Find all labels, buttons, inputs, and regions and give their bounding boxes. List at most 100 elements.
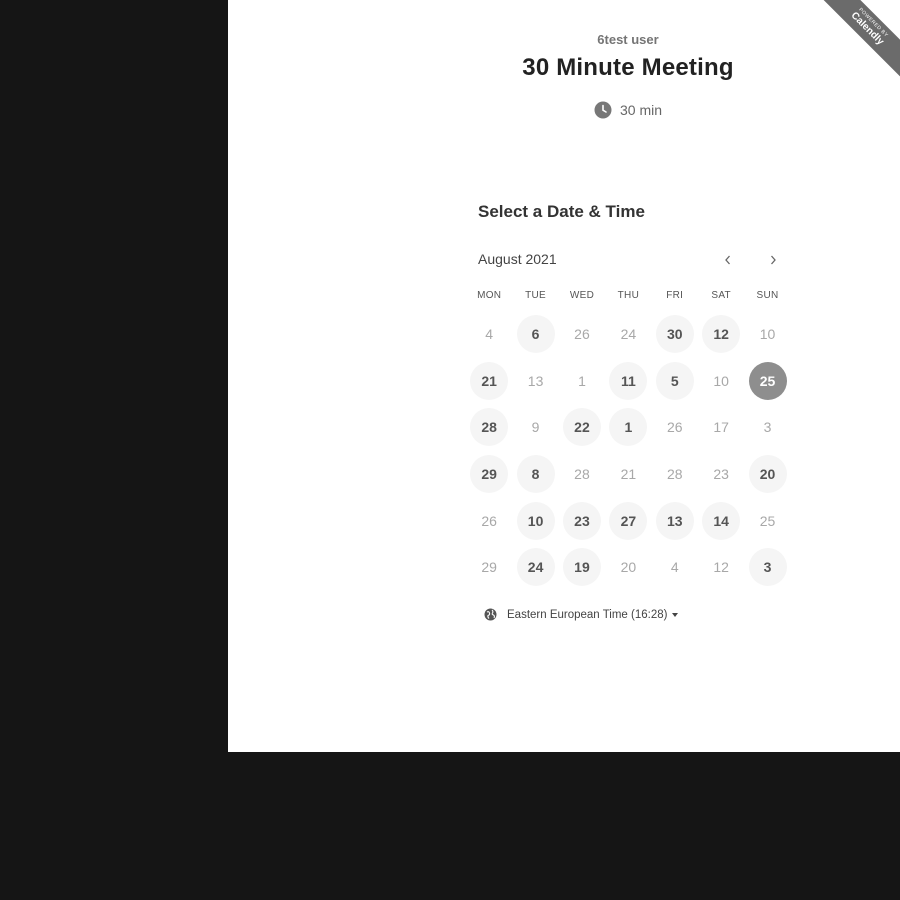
- unavailable-day: 9: [531, 419, 540, 436]
- calendar-week-row: 29 24 19 20 4 12 3: [466, 544, 791, 591]
- timezone-selector[interactable]: Eastern European Time (16:28): [484, 608, 679, 621]
- unavailable-day: 26: [481, 512, 497, 529]
- weekday-label: TUE: [525, 290, 547, 301]
- picker-heading: Select a Date & Time: [478, 202, 645, 221]
- day-cell: 24: [605, 315, 651, 353]
- unavailable-day: 10: [713, 372, 729, 389]
- unavailable-day: 29: [481, 559, 497, 576]
- weekday-label: MON: [477, 290, 502, 301]
- calendar-week-row: 4 6 26 24 30 12 10: [466, 311, 791, 358]
- available-day-button[interactable]: 13: [655, 501, 694, 540]
- day-cell: 5: [652, 361, 698, 400]
- day-cell: 14: [698, 501, 744, 540]
- day-cell: 6: [512, 315, 558, 354]
- day-cell: 12: [698, 548, 744, 586]
- day-cell: 10: [512, 501, 558, 540]
- day-cell: 30: [652, 315, 698, 354]
- available-day-button[interactable]: 6: [516, 315, 555, 354]
- event-title: 30 Minute Meeting: [522, 54, 734, 81]
- day-cell: 13: [512, 362, 558, 400]
- next-month-button[interactable]: [763, 250, 783, 270]
- weekday-label: WED: [569, 290, 595, 301]
- available-day-button[interactable]: 22: [562, 408, 601, 447]
- available-day-button[interactable]: 20: [748, 455, 787, 494]
- day-cell: 29: [466, 548, 512, 586]
- weekday-label: SAT: [711, 290, 731, 301]
- day-cell: 17: [698, 408, 744, 446]
- unavailable-day: 23: [713, 466, 729, 483]
- prev-month-button[interactable]: [718, 250, 738, 270]
- unavailable-day: 24: [620, 326, 637, 343]
- day-cell: 9: [512, 408, 558, 446]
- duration-label: 30 min: [619, 102, 663, 118]
- available-day-button[interactable]: 29: [470, 455, 509, 494]
- available-day-button[interactable]: 23: [562, 501, 601, 540]
- available-day-button[interactable]: 27: [609, 501, 648, 540]
- unavailable-day: 20: [620, 559, 637, 576]
- available-day-button[interactable]: 28: [470, 408, 509, 447]
- day-cell: 27: [605, 501, 651, 540]
- unavailable-day: 13: [527, 372, 544, 389]
- day-cell: 20: [744, 455, 790, 494]
- unavailable-day: 28: [574, 466, 590, 483]
- clock-icon: [594, 101, 612, 119]
- day-cell: 19: [559, 548, 605, 587]
- unavailable-day: 21: [620, 466, 637, 483]
- unavailable-day: 26: [574, 326, 590, 343]
- calendar-week-row: 26 10 23 27 13 14 25: [466, 497, 791, 544]
- day-cell: 4: [652, 548, 698, 586]
- day-cell: 4: [466, 315, 512, 353]
- available-day-button[interactable]: 19: [562, 548, 601, 587]
- day-cell: 25: [744, 361, 790, 400]
- available-day-button[interactable]: 8: [516, 455, 555, 494]
- host-name: 6test user: [597, 32, 659, 47]
- day-cell: 26: [652, 408, 698, 446]
- available-day-button[interactable]: 11: [609, 361, 648, 400]
- available-day-button[interactable]: 21: [470, 361, 509, 400]
- day-cell: 21: [466, 361, 512, 400]
- available-day-button[interactable]: 14: [702, 501, 741, 540]
- day-cell: 24: [512, 548, 558, 587]
- available-day-button[interactable]: 10: [516, 501, 555, 540]
- day-cell: 10: [698, 362, 744, 400]
- unavailable-day: 17: [713, 419, 729, 436]
- day-cell: 13: [652, 501, 698, 540]
- day-cell: 1: [605, 408, 651, 447]
- available-day-button[interactable]: 12: [702, 315, 741, 354]
- month-label: August 2021: [478, 251, 557, 267]
- caret-down-icon: [672, 612, 679, 617]
- chevron-left-icon: [725, 255, 730, 265]
- unavailable-day: 26: [666, 419, 683, 436]
- day-cell: 23: [559, 501, 605, 540]
- day-cell: 26: [466, 502, 512, 540]
- day-cell: 10: [744, 315, 790, 353]
- weekday-label: SUN: [756, 290, 779, 301]
- calendar-weeks: 4 6 26 24 30 12 10 21 13 1 11 5 10 25 28 9 22 1 26 17 3 29 8 28…: [466, 311, 791, 591]
- unavailable-day: 28: [666, 466, 683, 483]
- calendar-week-row: 29 8 28 21 28 23 20: [466, 451, 791, 498]
- globe-icon: [484, 608, 497, 621]
- calendar-week-row: 21 13 1 11 5 10 25: [466, 358, 791, 405]
- unavailable-day: 1: [578, 372, 586, 389]
- available-day-button[interactable]: 5: [655, 361, 694, 400]
- calendar-week-row: 28 9 22 1 26 17 3: [466, 404, 791, 451]
- timezone-label: Eastern European Time (16:28): [507, 608, 668, 621]
- unavailable-day: 4: [670, 559, 679, 576]
- day-cell: 12: [698, 315, 744, 354]
- day-cell: 3: [744, 548, 790, 587]
- day-cell: 20: [605, 548, 651, 586]
- day-cell: 8: [512, 455, 558, 494]
- selected-day-button[interactable]: 25: [748, 361, 787, 400]
- day-cell: 28: [559, 455, 605, 493]
- available-day-button[interactable]: 1: [609, 408, 648, 447]
- day-cell: 29: [466, 455, 512, 494]
- available-day-button[interactable]: 30: [655, 315, 694, 354]
- weekday-label: THU: [617, 290, 640, 301]
- day-cell: 1: [559, 362, 605, 400]
- weekday-header: MON TUE WED THU FRI SAT SUN: [466, 290, 791, 301]
- booking-panel: POWERED BY Calendly 6test user 30 Minute…: [228, 0, 900, 752]
- available-day-button[interactable]: 24: [516, 548, 555, 587]
- available-day-button[interactable]: 3: [748, 548, 787, 587]
- unavailable-day: 10: [759, 326, 776, 343]
- day-cell: 28: [652, 455, 698, 493]
